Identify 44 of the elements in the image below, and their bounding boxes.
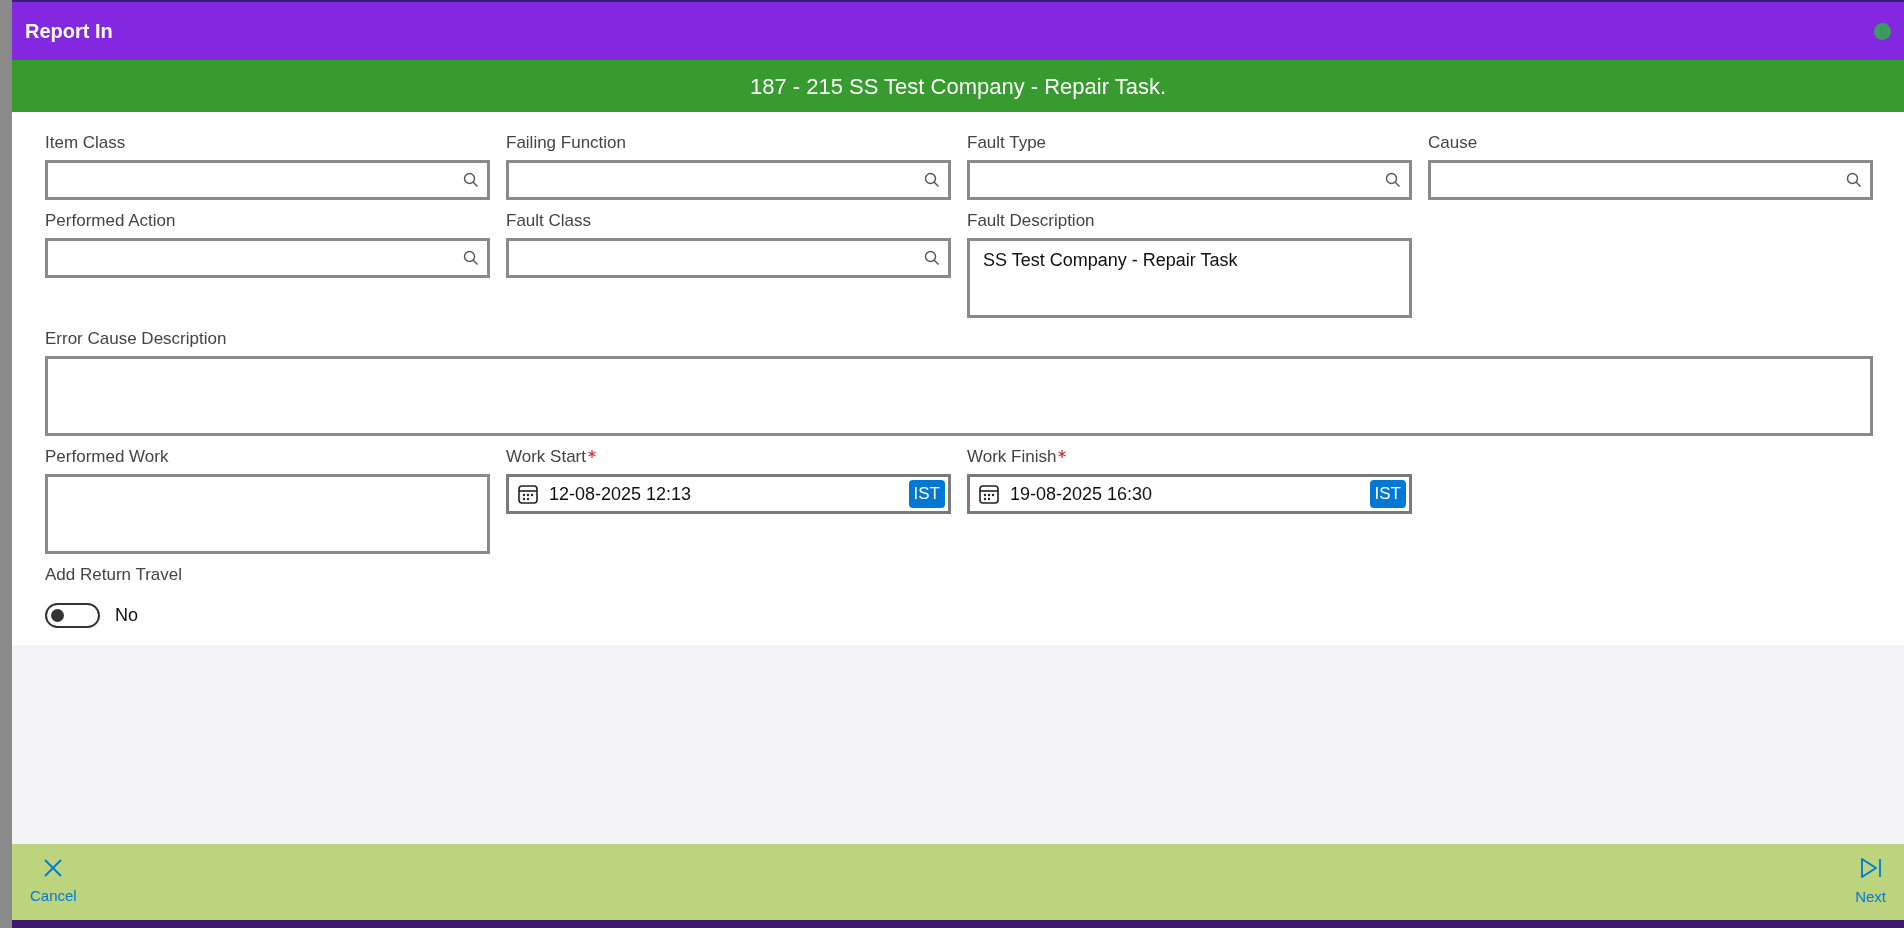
skip-forward-icon xyxy=(1858,855,1883,880)
date-time-value: 12-08-2025 12:13 xyxy=(549,482,693,506)
field-label: Work Start xyxy=(506,446,586,468)
calendar-icon xyxy=(517,483,539,505)
lookup-field[interactable] xyxy=(506,238,951,278)
text-area[interactable] xyxy=(45,474,490,554)
lookup-field[interactable] xyxy=(45,238,490,278)
text-area[interactable] xyxy=(45,356,1873,436)
lookup-field[interactable] xyxy=(1428,160,1873,200)
search-icon xyxy=(1385,172,1401,188)
date-time-field[interactable]: 19-08-2025 16:30 IST xyxy=(967,474,1412,514)
search-icon xyxy=(1846,172,1862,188)
date-time-field[interactable]: 12-08-2025 12:13 IST xyxy=(506,474,951,514)
field-label: Fault Type xyxy=(967,132,1047,154)
field-label: Work Finish xyxy=(967,446,1057,468)
timezone-badge[interactable]: IST xyxy=(908,480,945,508)
close-icon xyxy=(42,856,65,879)
date-time-value: 19-08-2025 16:30 xyxy=(1010,482,1154,506)
search-icon xyxy=(463,172,479,188)
lookup-field[interactable] xyxy=(45,160,490,200)
field-label: Item Class xyxy=(45,132,126,154)
field-label: Cause xyxy=(1428,132,1478,154)
search-icon xyxy=(924,250,940,266)
status-dot-icon xyxy=(1874,22,1891,40)
calendar-icon xyxy=(978,483,1000,505)
toggle-switch[interactable] xyxy=(45,603,100,628)
field-label: Performed Action xyxy=(45,210,176,232)
field-label: Performed Work xyxy=(45,446,169,468)
field-label: Fault Class xyxy=(506,210,592,232)
field-label: Fault Description xyxy=(967,210,1095,232)
dialog-title: Report In xyxy=(25,19,113,44)
toggle-state-label: No xyxy=(115,604,138,627)
text-area[interactable]: SS Test Company - Repair Task xyxy=(967,238,1412,318)
cancel-button[interactable]: Cancel xyxy=(28,856,79,908)
search-icon xyxy=(463,250,479,266)
next-button[interactable]: Next xyxy=(1853,855,1888,909)
lookup-field[interactable] xyxy=(506,160,951,200)
field-label: Failing Function xyxy=(506,132,626,154)
search-icon xyxy=(924,172,940,188)
banner-title: 187 - 215 SS Test Company - Repair Task. xyxy=(749,72,1167,101)
timezone-badge[interactable]: IST xyxy=(1369,480,1406,508)
lookup-field[interactable] xyxy=(967,160,1412,200)
field-label: Add Return Travel xyxy=(45,564,182,586)
field-label: Error Cause Description xyxy=(45,328,227,350)
